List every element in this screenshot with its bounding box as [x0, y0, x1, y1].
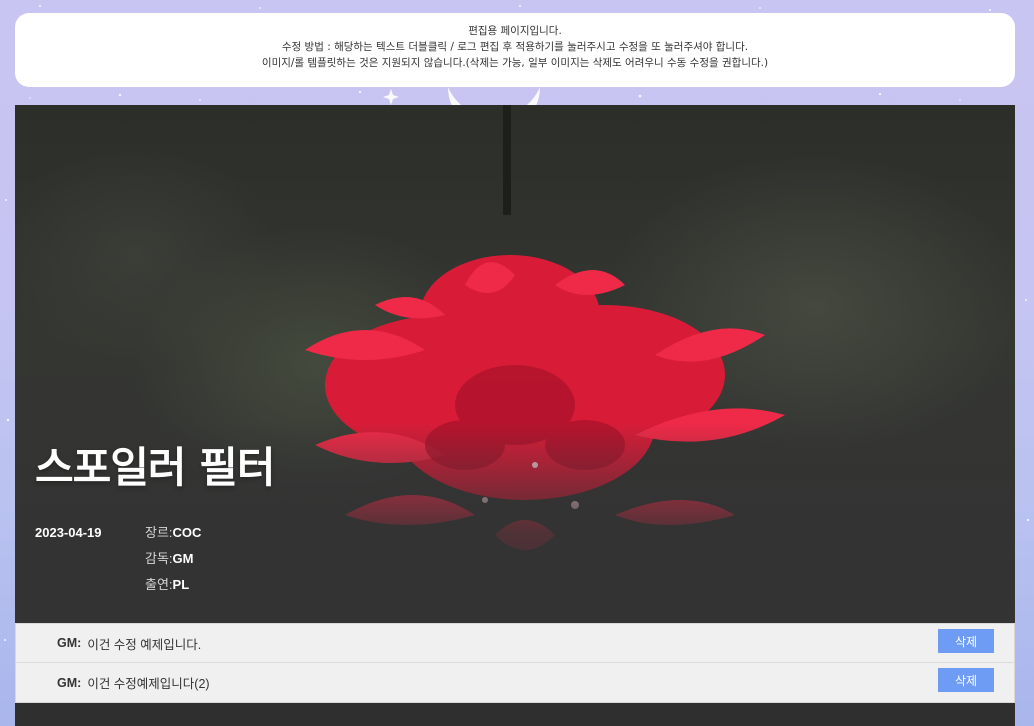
comment-row[interactable]: GM: 이건 수정 예제입니다. 삭제	[16, 624, 1014, 663]
post-panel: 스포일러 필터 2023-04-19 장르:COC 감독:GM 출연:PL GM…	[15, 105, 1015, 726]
post-date[interactable]: 2023-04-19	[35, 525, 102, 540]
notice-line-1: 편집용 페이지입니다.	[468, 25, 562, 37]
comment-author: GM:	[57, 636, 82, 650]
cast-label: 출연:	[145, 577, 173, 592]
editing-notice: 편집용 페이지입니다. 수정 방법 : 해당하는 텍스트 더블클릭 / 로그 편…	[15, 13, 1015, 87]
comment-author: GM:	[57, 675, 82, 690]
meta-director[interactable]: 감독:GM	[145, 551, 201, 577]
notice-line-2: 수정 방법 : 해당하는 텍스트 더블클릭 / 로그 편집 후 적용하기를 눌러…	[281, 41, 749, 53]
director-value: GM	[172, 551, 194, 566]
meta-cast[interactable]: 출연:PL	[145, 577, 201, 603]
delete-button[interactable]: 삭제	[938, 668, 994, 692]
delete-button[interactable]: 삭제	[938, 629, 994, 653]
genre-label: 장르:	[145, 525, 173, 540]
notice-line-3: 이미지/롤 템플릿하는 것은 지원되지 않습니다.(삭제는 가능, 일부 이미지…	[261, 57, 769, 69]
comment-list: GM: 이건 수정 예제입니다. 삭제 GM: 이건 수정예제입니다(2) 삭제	[15, 623, 1015, 703]
meta-genre[interactable]: 장르:COC	[145, 525, 201, 551]
post-meta: 장르:COC 감독:GM 출연:PL	[145, 525, 201, 603]
comment-row[interactable]: GM: 이건 수정예제입니다(2) 삭제	[16, 663, 1014, 702]
genre-value: COC	[172, 525, 202, 540]
post-title[interactable]: 스포일러 필터	[35, 441, 275, 495]
director-label: 감독:	[145, 551, 173, 566]
cast-value: PL	[172, 577, 190, 592]
comment-text[interactable]: 이건 수정 예제입니다.	[87, 634, 201, 653]
comment-text[interactable]: 이건 수정예제입니다(2)	[87, 673, 209, 692]
